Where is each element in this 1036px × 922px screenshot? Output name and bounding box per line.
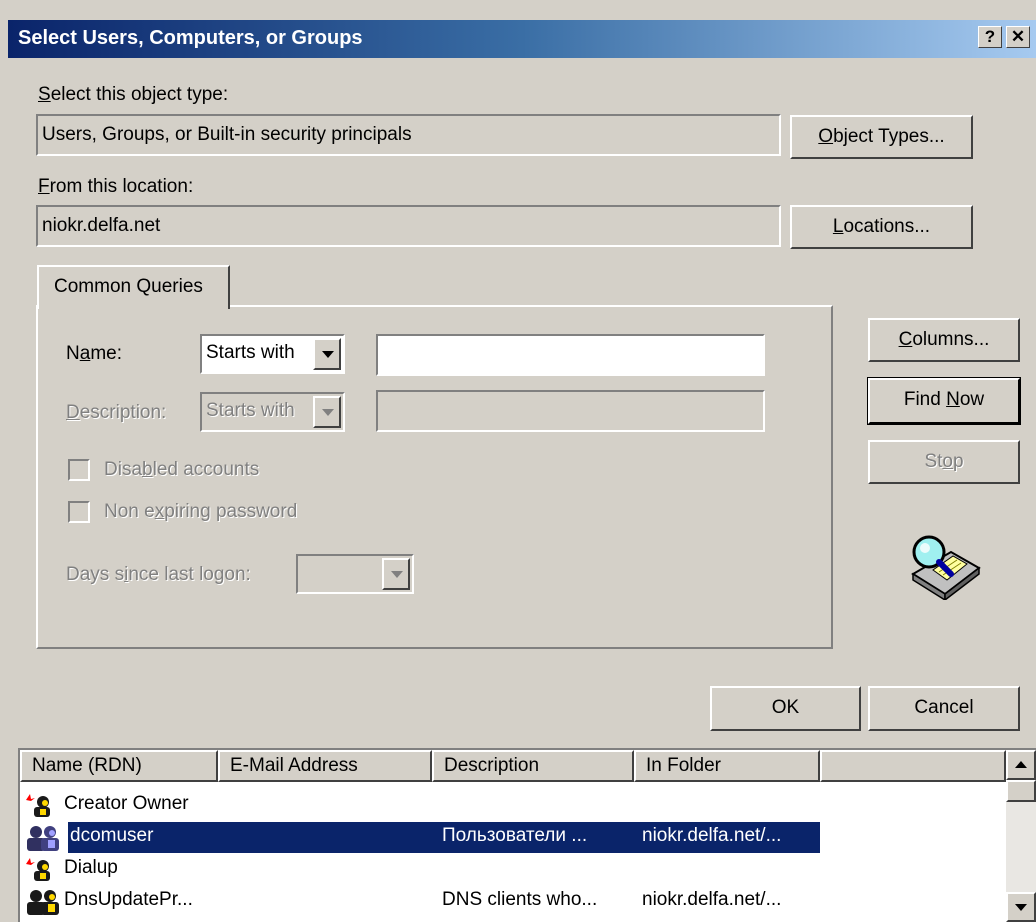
description-input[interactable] xyxy=(376,390,765,432)
row-name: dcomuser xyxy=(70,825,154,846)
dialog-window: Select Users, Computers, or Groups ? ✕ S… xyxy=(0,0,1036,922)
non-expiring-password-checkbox[interactable] xyxy=(68,501,90,523)
scroll-up-icon[interactable] xyxy=(1006,750,1036,780)
column-header-filler xyxy=(820,750,1006,782)
name-label: Name: xyxy=(66,343,122,364)
row-name: Creator Owner xyxy=(64,793,189,814)
special-principal-icon xyxy=(26,794,50,817)
chevron-down-icon[interactable] xyxy=(313,338,341,370)
days-since-logon-select[interactable] xyxy=(296,554,414,594)
special-principal-icon xyxy=(26,858,50,881)
ok-button[interactable]: OK xyxy=(710,686,861,731)
cancel-button[interactable]: Cancel xyxy=(868,686,1020,731)
scroll-thumb[interactable] xyxy=(1006,780,1036,802)
table-row[interactable]: DnsUpdatePr... DNS clients who... niokr.… xyxy=(20,886,820,917)
name-match-select[interactable]: Starts with xyxy=(200,334,345,374)
row-folder: niokr.delfa.net/... xyxy=(642,825,782,846)
locations-button[interactable]: Locations... xyxy=(790,205,973,249)
object-types-button[interactable]: Object Types... xyxy=(790,115,973,159)
title-bar[interactable]: Select Users, Computers, or Groups ? ✕ xyxy=(8,20,1036,58)
disabled-accounts-label: Disabled accounts xyxy=(104,459,260,480)
help-button[interactable]: ? xyxy=(978,26,1002,48)
table-row[interactable]: Creator Owner xyxy=(20,790,820,821)
row-name: DnsUpdatePr... xyxy=(64,889,193,910)
chevron-down-icon[interactable] xyxy=(382,558,410,590)
scroll-down-icon[interactable] xyxy=(1006,892,1036,922)
object-type-field: Users, Groups, or Built-in security prin… xyxy=(36,114,781,156)
window-title: Select Users, Computers, or Groups xyxy=(18,27,363,49)
non-expiring-password-label: Non expiring password xyxy=(104,501,298,522)
name-match-value: Starts with xyxy=(206,342,295,363)
search-magnifier-icon xyxy=(911,535,981,600)
location-label: From this location: xyxy=(38,176,194,197)
find-now-button[interactable]: Find Now xyxy=(867,377,1021,425)
location-field: niokr.delfa.net xyxy=(36,205,781,247)
disabled-accounts-checkbox[interactable] xyxy=(68,459,90,481)
description-match-select[interactable]: Starts with xyxy=(200,392,345,432)
object-type-label: Select this object type: xyxy=(38,84,229,105)
close-button[interactable]: ✕ xyxy=(1006,26,1030,48)
table-row[interactable]: dcomuser Пользователи ... niokr.delfa.ne… xyxy=(20,821,821,854)
row-name: Dialup xyxy=(64,857,118,878)
column-header-email[interactable]: E-Mail Address xyxy=(218,750,432,782)
group-icon xyxy=(27,890,59,915)
column-header-folder[interactable]: In Folder xyxy=(634,750,820,782)
description-label: Description: xyxy=(66,402,167,423)
tab-common-queries[interactable]: Common Queries xyxy=(37,265,230,309)
days-since-logon-label: Days since last logon: xyxy=(66,564,251,585)
chevron-down-icon[interactable] xyxy=(313,396,341,428)
search-results-list[interactable]: Name (RDN) E-Mail Address Description In… xyxy=(18,748,1036,922)
stop-button[interactable]: Stop xyxy=(868,440,1020,484)
row-description: DNS clients who... xyxy=(442,889,598,910)
table-row[interactable]: Dialup xyxy=(20,854,820,885)
name-input[interactable] xyxy=(376,334,765,376)
vertical-scrollbar[interactable] xyxy=(1006,750,1036,922)
tab-label: Common Queries xyxy=(54,276,203,297)
columns-button[interactable]: Columns... xyxy=(868,318,1020,362)
group-icon xyxy=(27,826,59,851)
row-folder: niokr.delfa.net/... xyxy=(642,889,782,910)
column-header-name[interactable]: Name (RDN) xyxy=(20,750,218,782)
column-header-description[interactable]: Description xyxy=(432,750,634,782)
description-match-value: Starts with xyxy=(206,400,295,421)
row-description: Пользователи ... xyxy=(442,825,588,846)
